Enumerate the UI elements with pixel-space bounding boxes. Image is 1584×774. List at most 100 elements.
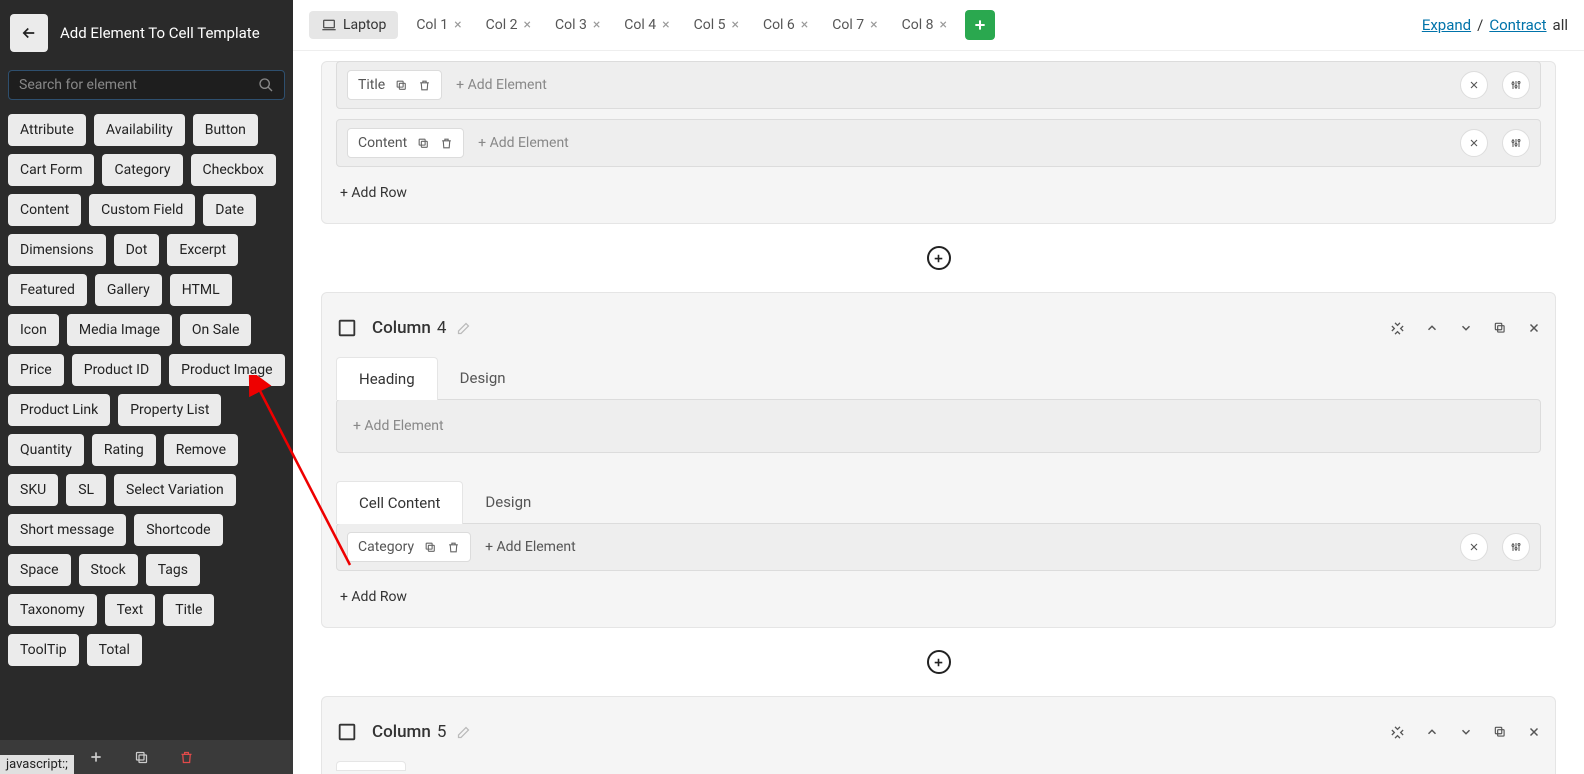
- add-row-link[interactable]: + Add Row: [336, 581, 1541, 613]
- add-section-button[interactable]: [927, 246, 951, 270]
- element-chip-content[interactable]: Content: [347, 128, 464, 158]
- delete-icon[interactable]: [440, 137, 453, 150]
- element-pill[interactable]: Title: [163, 594, 214, 626]
- element-row[interactable]: Title + Add Element: [336, 61, 1541, 109]
- element-pill[interactable]: Category: [102, 154, 182, 186]
- contract-link[interactable]: Contract: [1489, 16, 1546, 34]
- element-pill[interactable]: Shortcode: [134, 514, 222, 546]
- element-pill[interactable]: Text: [105, 594, 156, 626]
- add-element-link[interactable]: + Add Element: [478, 135, 569, 151]
- element-pill[interactable]: Product Image: [169, 354, 284, 386]
- element-pill[interactable]: Property List: [118, 394, 221, 426]
- element-pill[interactable]: Space: [8, 554, 71, 586]
- add-row-link[interactable]: + Add Row: [336, 177, 1541, 209]
- row-close-button[interactable]: [1460, 533, 1488, 561]
- element-pill[interactable]: Taxonomy: [8, 594, 97, 626]
- element-pill[interactable]: HTML: [170, 274, 232, 306]
- copy-icon[interactable]: [395, 79, 408, 92]
- copy-icon[interactable]: [424, 541, 437, 554]
- duplicate-icon[interactable]: [1493, 725, 1507, 740]
- copy-icon[interactable]: [134, 750, 149, 765]
- column-tab[interactable]: Col 3×: [545, 11, 610, 39]
- element-pill[interactable]: Rating: [92, 434, 156, 466]
- row-settings-button[interactable]: [1502, 129, 1530, 157]
- collapse-icon[interactable]: [1390, 321, 1405, 336]
- element-chip-category[interactable]: Category: [347, 532, 471, 562]
- element-pill[interactable]: Content: [8, 194, 81, 226]
- tab-cell-content[interactable]: Cell Content: [336, 481, 463, 524]
- element-pill[interactable]: Quantity: [8, 434, 84, 466]
- chevron-up-icon[interactable]: [1425, 725, 1439, 740]
- back-button[interactable]: [10, 14, 48, 52]
- close-icon[interactable]: ×: [662, 17, 669, 33]
- duplicate-icon[interactable]: [1493, 321, 1507, 336]
- tab-design-2[interactable]: Design: [463, 481, 553, 524]
- close-icon[interactable]: [1527, 725, 1541, 740]
- column-tab[interactable]: Col 4×: [614, 11, 679, 39]
- element-pill[interactable]: Attribute: [8, 114, 86, 146]
- element-pill[interactable]: Short message: [8, 514, 126, 546]
- element-pill[interactable]: Tags: [146, 554, 200, 586]
- row-settings-button[interactable]: [1502, 533, 1530, 561]
- search-input[interactable]: [19, 77, 258, 93]
- add-element-link[interactable]: + Add Element: [485, 539, 576, 555]
- element-row[interactable]: Content + Add Element: [336, 119, 1541, 167]
- column-tab[interactable]: Col 6×: [753, 11, 818, 39]
- close-icon[interactable]: ×: [939, 17, 946, 33]
- element-pill[interactable]: ToolTip: [8, 634, 79, 666]
- search-box[interactable]: [8, 70, 285, 100]
- close-icon[interactable]: [1527, 321, 1541, 336]
- element-pill[interactable]: Select Variation: [114, 474, 236, 506]
- element-pill[interactable]: SKU: [8, 474, 58, 506]
- edit-icon[interactable]: [456, 725, 471, 740]
- empty-element-row[interactable]: + Add Element: [336, 399, 1541, 453]
- column-tab[interactable]: Col 2×: [476, 11, 541, 39]
- close-icon[interactable]: ×: [593, 17, 600, 33]
- element-pill[interactable]: Excerpt: [167, 234, 238, 266]
- add-column-button[interactable]: [965, 10, 995, 40]
- row-settings-button[interactable]: [1502, 71, 1530, 99]
- element-pill[interactable]: Dimensions: [8, 234, 106, 266]
- element-pill[interactable]: Product ID: [72, 354, 161, 386]
- element-pill[interactable]: Gallery: [95, 274, 162, 306]
- column-tab[interactable]: Col 1×: [406, 11, 471, 39]
- close-icon[interactable]: ×: [870, 17, 877, 33]
- element-pill[interactable]: Availability: [94, 114, 185, 146]
- device-tab[interactable]: Laptop: [309, 11, 398, 39]
- chevron-down-icon[interactable]: [1459, 725, 1473, 740]
- add-icon[interactable]: [88, 749, 104, 765]
- element-pill[interactable]: Featured: [8, 274, 87, 306]
- element-pill[interactable]: Cart Form: [8, 154, 94, 186]
- expand-link[interactable]: Expand: [1422, 16, 1471, 34]
- delete-icon[interactable]: [418, 79, 431, 92]
- row-close-button[interactable]: [1460, 71, 1488, 99]
- element-pill[interactable]: Button: [193, 114, 258, 146]
- close-icon[interactable]: ×: [454, 17, 461, 33]
- chevron-down-icon[interactable]: [1459, 321, 1473, 336]
- close-icon[interactable]: ×: [801, 17, 808, 33]
- element-pill[interactable]: Product Link: [8, 394, 110, 426]
- tab-heading[interactable]: Heading: [336, 357, 438, 400]
- add-element-link[interactable]: + Add Element: [456, 77, 547, 93]
- element-pill[interactable]: Price: [8, 354, 64, 386]
- close-icon[interactable]: ×: [523, 17, 530, 33]
- element-pill[interactable]: Dot: [114, 234, 160, 266]
- element-pill[interactable]: Icon: [8, 314, 59, 346]
- column-tab[interactable]: Col 8×: [892, 11, 957, 39]
- trash-icon[interactable]: [179, 750, 194, 765]
- element-pill[interactable]: Checkbox: [191, 154, 276, 186]
- add-element-link[interactable]: + Add Element: [353, 418, 444, 434]
- element-pill[interactable]: Date: [203, 194, 256, 226]
- element-pill[interactable]: Media Image: [67, 314, 172, 346]
- column-tab[interactable]: Col 5×: [684, 11, 749, 39]
- chevron-up-icon[interactable]: [1425, 321, 1439, 336]
- edit-icon[interactable]: [456, 321, 471, 336]
- collapse-icon[interactable]: [1390, 725, 1405, 740]
- element-pill[interactable]: On Sale: [180, 314, 252, 346]
- tab-design[interactable]: Design: [438, 357, 528, 400]
- element-pill[interactable]: Stock: [79, 554, 138, 586]
- column-tab[interactable]: Col 7×: [822, 11, 887, 39]
- row-close-button[interactable]: [1460, 129, 1488, 157]
- close-icon[interactable]: ×: [731, 17, 738, 33]
- element-pill[interactable]: Total: [87, 634, 142, 666]
